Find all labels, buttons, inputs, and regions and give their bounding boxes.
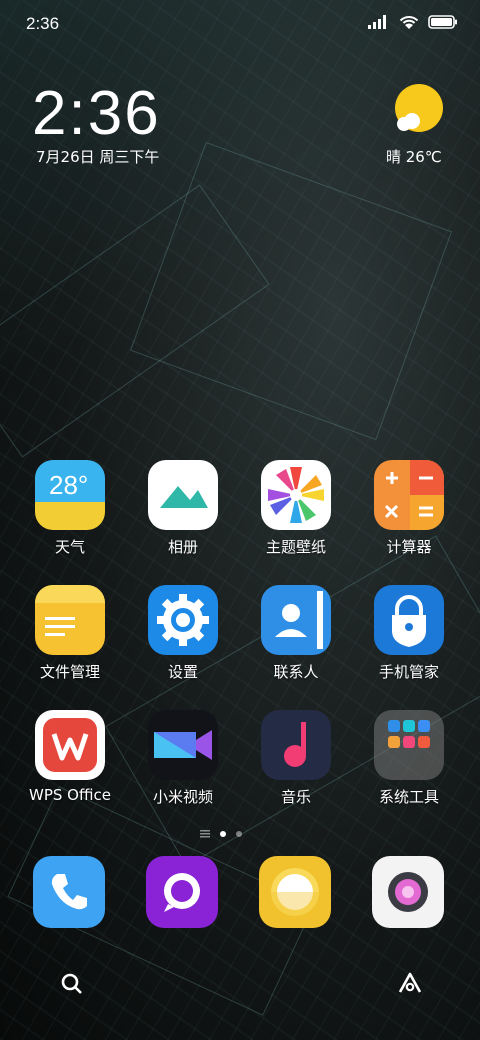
search-icon[interactable] bbox=[60, 972, 84, 996]
page-dot[interactable] bbox=[236, 831, 242, 837]
app-label: 计算器 bbox=[386, 538, 432, 556]
status-time: 2:36 bbox=[26, 14, 60, 33]
battery-icon bbox=[428, 15, 457, 29]
bottom-bar bbox=[0, 962, 480, 1002]
app-label: 设置 bbox=[167, 663, 198, 681]
folder-system-tools-icon bbox=[374, 710, 444, 780]
app-folder-system-tools[interactable]: 系统工具 bbox=[357, 710, 461, 807]
contacts-icon bbox=[261, 585, 331, 655]
dock-browser[interactable] bbox=[243, 856, 347, 928]
app-security[interactable]: 手机管家 bbox=[357, 585, 461, 682]
security-icon bbox=[374, 585, 444, 655]
weather-temp-text: 28° bbox=[49, 470, 89, 500]
gallery-icon bbox=[148, 460, 218, 530]
app-themes[interactable]: 主题壁纸 bbox=[244, 460, 348, 557]
app-label: WPS Office bbox=[29, 786, 111, 804]
app-label: 手机管家 bbox=[378, 663, 439, 681]
app-contacts[interactable]: 联系人 bbox=[244, 585, 348, 682]
themes-icon bbox=[261, 460, 331, 530]
app-music[interactable]: 音乐 bbox=[244, 710, 348, 807]
dock-phone[interactable] bbox=[17, 856, 121, 928]
phone-icon bbox=[33, 856, 105, 928]
app-files[interactable]: 文件管理 bbox=[18, 585, 122, 682]
app-weather[interactable]: 28° 天气 bbox=[18, 460, 122, 557]
wps-icon bbox=[35, 710, 105, 780]
dock-messages[interactable] bbox=[130, 856, 234, 928]
home-date: 7月26日 周三下午 bbox=[36, 148, 160, 166]
status-bar: 2:36 bbox=[0, 0, 480, 50]
app-calculator[interactable]: 计算器 bbox=[357, 460, 461, 557]
app-video[interactable]: 小米视频 bbox=[131, 710, 235, 807]
app-label: 系统工具 bbox=[378, 788, 439, 806]
weather-text: 晴 26℃ bbox=[386, 148, 442, 166]
browser-icon bbox=[259, 856, 331, 928]
app-label: 相册 bbox=[167, 538, 198, 556]
page-list-icon bbox=[200, 830, 210, 838]
wifi-icon bbox=[399, 16, 419, 29]
page-dot[interactable] bbox=[220, 831, 226, 837]
calculator-icon bbox=[374, 460, 444, 530]
app-label: 文件管理 bbox=[39, 663, 100, 681]
messages-icon bbox=[146, 856, 218, 928]
app-label: 联系人 bbox=[273, 663, 319, 681]
sunny-cloud-icon[interactable] bbox=[392, 84, 444, 136]
music-icon bbox=[261, 710, 331, 780]
folder-icon bbox=[35, 585, 105, 655]
app-label: 音乐 bbox=[280, 788, 311, 806]
signal-icon bbox=[368, 15, 386, 29]
dock-camera[interactable] bbox=[356, 856, 460, 928]
video-icon bbox=[148, 710, 218, 780]
app-gallery[interactable]: 相册 bbox=[131, 460, 235, 557]
app-label: 天气 bbox=[54, 538, 85, 556]
wallpaper-shape bbox=[129, 141, 453, 441]
gear-icon bbox=[148, 585, 218, 655]
wallpaper-shape bbox=[0, 184, 270, 458]
weather-app-icon: 28° bbox=[35, 460, 105, 530]
app-label: 主题壁纸 bbox=[265, 538, 326, 556]
home-clock[interactable]: 2:36 bbox=[32, 78, 161, 149]
page-indicator[interactable] bbox=[200, 830, 242, 838]
app-wps[interactable]: WPS Office bbox=[18, 710, 122, 804]
app-settings[interactable]: 设置 bbox=[131, 585, 235, 682]
camera-icon bbox=[372, 856, 444, 928]
assistant-icon[interactable] bbox=[396, 970, 424, 996]
status-icons bbox=[368, 14, 458, 30]
app-label: 小米视频 bbox=[152, 788, 213, 806]
